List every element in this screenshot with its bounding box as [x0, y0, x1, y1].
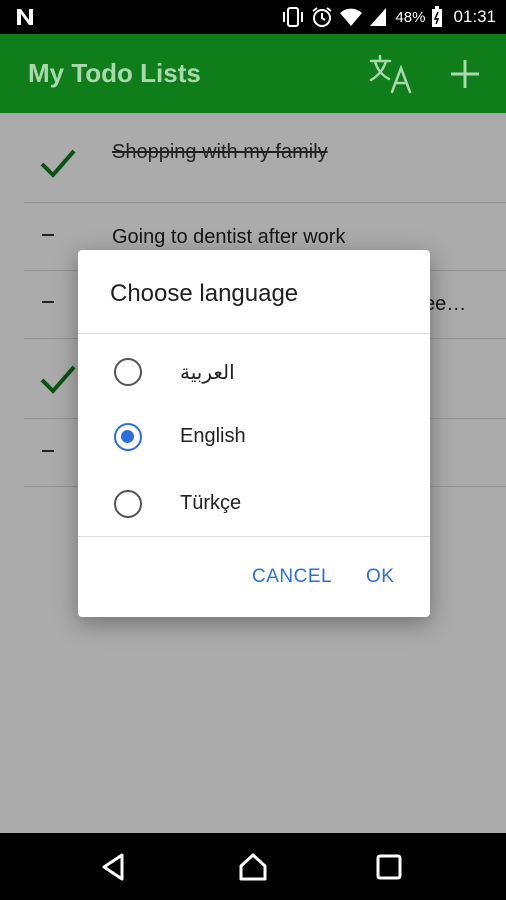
navigation-bar	[0, 833, 506, 900]
translate-icon[interactable]	[368, 52, 414, 96]
language-option-english[interactable]: English	[78, 405, 430, 465]
dialog-title: Choose language	[110, 280, 299, 307]
language-option-arabic[interactable]: العربية	[78, 340, 430, 400]
back-icon[interactable]	[98, 851, 130, 883]
radio-button-selected[interactable]	[114, 423, 142, 451]
radio-button[interactable]	[114, 358, 142, 386]
radio-button[interactable]	[114, 490, 142, 518]
alarm-icon	[312, 7, 333, 27]
recents-icon[interactable]	[373, 851, 405, 883]
language-label: Türkçe	[180, 492, 242, 514]
add-icon[interactable]	[445, 54, 485, 94]
signal-icon	[370, 8, 387, 26]
ok-button[interactable]: OK	[366, 566, 394, 588]
dialog-divider	[78, 333, 430, 334]
home-icon[interactable]	[237, 851, 269, 883]
dialog-divider	[78, 536, 430, 537]
choose-language-dialog: Choose language العربية English Türkçe C…	[78, 250, 430, 617]
status-bar: 48% 01:31	[0, 0, 506, 34]
cancel-button[interactable]: CANCEL	[252, 566, 332, 588]
language-option-turkish[interactable]: Türkçe	[78, 472, 430, 532]
clock: 01:31	[453, 7, 496, 26]
app-title: My Todo Lists	[28, 58, 201, 88]
language-label: العربية	[180, 360, 235, 384]
n-notification-icon	[17, 9, 33, 25]
battery-icon	[432, 6, 443, 27]
language-label: English	[180, 425, 246, 447]
app-bar: My Todo Lists	[0, 34, 506, 113]
battery-percentage: 48%	[395, 8, 426, 26]
wifi-icon	[340, 8, 363, 26]
vibrate-icon	[283, 7, 304, 27]
